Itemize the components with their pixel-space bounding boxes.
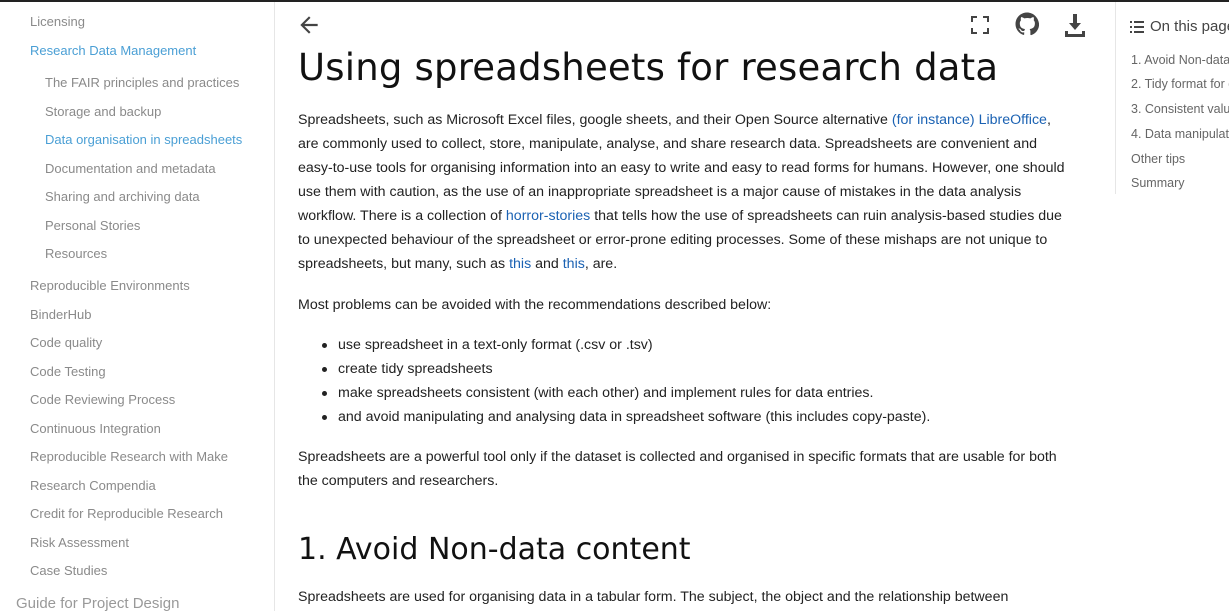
- sidebar-item-research-data-management[interactable]: Research Data Management: [30, 43, 196, 59]
- sidebar-item-code-quality[interactable]: Code quality: [30, 335, 102, 351]
- sidebar-item-personal-stories[interactable]: Personal Stories: [45, 218, 140, 234]
- section-heading-avoid-non-data: 1. Avoid Non-data content: [298, 532, 691, 567]
- intro-text-4: and: [531, 256, 563, 272]
- recommendations-list: use spreadsheet in a text-only format (.…: [298, 333, 930, 429]
- toc-item-tidy-format[interactable]: 2. Tidy format for data: [1131, 77, 1229, 91]
- page-title: Using spreadsheets for research data: [298, 46, 999, 89]
- sidebar-item-continuous-integration[interactable]: Continuous Integration: [30, 421, 161, 437]
- fullscreen-icon[interactable]: [968, 13, 992, 37]
- toc-item-avoid-non-data[interactable]: 1. Avoid Non-data content: [1131, 53, 1229, 67]
- intro-paragraph: Spreadsheets, such as Microsoft Excel fi…: [298, 108, 1068, 276]
- sidebar-item-documentation-metadata[interactable]: Documentation and metadata: [45, 161, 216, 177]
- arrow-left-icon[interactable]: [296, 12, 322, 38]
- problems-paragraph: Most problems can be avoided with the re…: [298, 297, 772, 313]
- toc-item-data-manipulation[interactable]: 4. Data manipulation: [1131, 127, 1229, 141]
- this-link-2[interactable]: this: [563, 256, 585, 272]
- sidebar-item-licensing[interactable]: Licensing: [30, 14, 85, 30]
- table-of-contents: On this page 1. Avoid Non-data content 2…: [1115, 2, 1229, 194]
- this-link-1[interactable]: this: [509, 256, 531, 272]
- toc-header: On this page: [1130, 18, 1229, 35]
- horror-stories-link[interactable]: horror-stories: [506, 208, 590, 224]
- download-icon[interactable]: [1063, 12, 1087, 38]
- section-paragraph: Spreadsheets are used for organising dat…: [298, 589, 1009, 605]
- sidebar-item-code-reviewing[interactable]: Code Reviewing Process: [30, 392, 175, 408]
- github-icon[interactable]: [1015, 12, 1040, 36]
- sidebar-item-case-studies[interactable]: Case Studies: [30, 563, 107, 579]
- intro-text-1: Spreadsheets, such as Microsoft Excel fi…: [298, 112, 892, 128]
- sidebar-item-fair-principles[interactable]: The FAIR principles and practices: [45, 75, 239, 91]
- sidebar-item-reproducible-environments[interactable]: Reproducible Environments: [30, 278, 190, 294]
- sidebar-item-data-organisation[interactable]: Data organisation in spreadsheets: [45, 132, 242, 148]
- sidebar-item-credit[interactable]: Credit for Reproducible Research: [30, 506, 223, 522]
- libreoffice-link[interactable]: (for instance) LibreOffice: [892, 112, 1047, 128]
- list-icon: [1130, 21, 1144, 33]
- sidebar-item-code-testing[interactable]: Code Testing: [30, 364, 106, 380]
- sidebar-item-resources[interactable]: Resources: [45, 246, 107, 262]
- toc-item-consistent-values[interactable]: 3. Consistent values: [1131, 102, 1229, 116]
- list-item: create tidy spreadsheets: [321, 357, 930, 381]
- powerful-tool-paragraph: Spreadsheets are a powerful tool only if…: [298, 449, 1057, 489]
- sidebar-item-risk-assessment[interactable]: Risk Assessment: [30, 535, 129, 551]
- sidebar-item-binderhub[interactable]: BinderHub: [30, 307, 91, 323]
- sidebar-item-research-compendia[interactable]: Research Compendia: [30, 478, 156, 494]
- list-item: use spreadsheet in a text-only format (.…: [321, 333, 930, 357]
- toc-item-other-tips[interactable]: Other tips: [1131, 152, 1185, 166]
- list-item: and avoid manipulating and analysing dat…: [321, 405, 930, 429]
- sidebar-item-sharing-archiving[interactable]: Sharing and archiving data: [45, 189, 200, 205]
- sidebar-item-reproducible-make[interactable]: Reproducible Research with Make: [30, 449, 228, 465]
- intro-text-5: , are.: [584, 256, 618, 272]
- sidebar-item-storage-backup[interactable]: Storage and backup: [45, 104, 161, 120]
- toc-title: On this page: [1150, 18, 1229, 35]
- sidebar-nav: Licensing Research Data Management The F…: [0, 2, 275, 611]
- toc-item-summary[interactable]: Summary: [1131, 176, 1184, 190]
- list-item: make spreadsheets consistent (with each …: [321, 381, 930, 405]
